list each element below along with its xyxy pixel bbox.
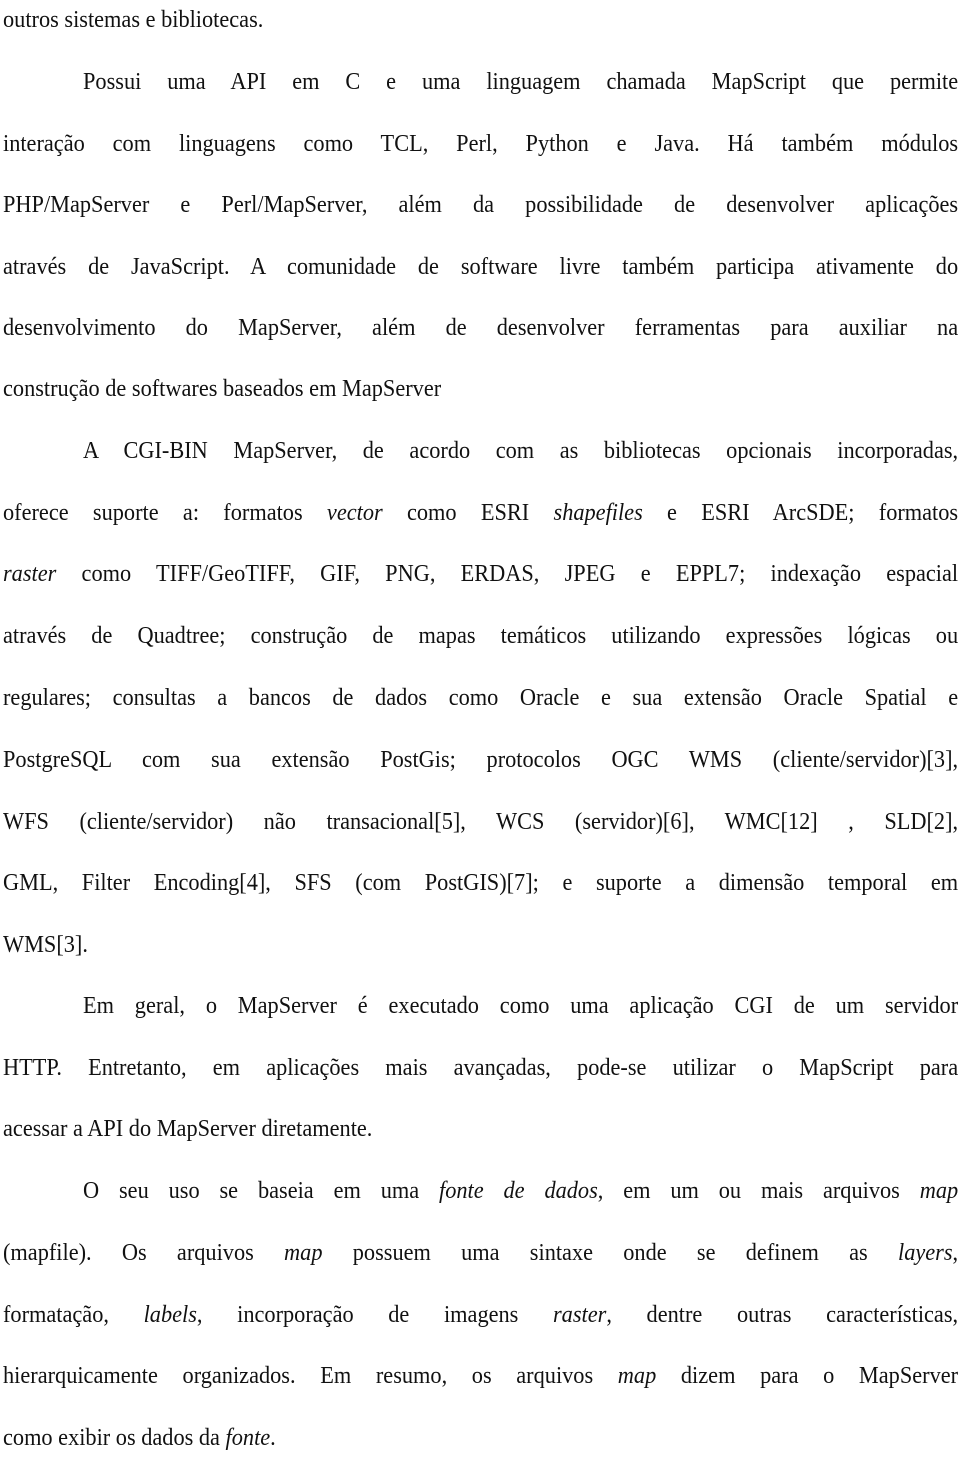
italic-term: shapefiles [553,500,643,526]
text-line: WMS[3]. [3,925,958,965]
text-line: Possui uma API em C e uma linguagem cham… [83,62,958,102]
text-line: WFS (cliente/servidor) não transacional[… [3,802,958,842]
text-segment: , em um ou mais arquivos [597,1178,920,1204]
italic-term: map [284,1240,323,1266]
text-segment: e ESRI ArcSDE; formatos [642,500,959,526]
text-segment: Possui uma API em C e uma linguagem cham… [83,69,959,95]
text-segment: WFS (cliente/servidor) não transacional[… [3,809,959,835]
text-line: através de JavaScript. A comunidade de s… [3,247,958,287]
text-line: outros sistemas e bibliotecas. [3,0,958,40]
text-line: A CGI-BIN MapServer, de acordo com as bi… [83,431,958,471]
text-segment: como TIFF/GeoTIFF, GIF, PNG, ERDAS, JPEG… [56,561,959,587]
italic-term: map [919,1178,959,1204]
text-segment: WMS[3]. [3,932,88,958]
text-segment: outros sistemas e bibliotecas. [3,7,264,33]
text-line: acessar a API do MapServer diretamente. [3,1109,958,1149]
text-segment: interação com linguagens como TCL, Perl,… [3,131,959,157]
italic-term: fonte [225,1425,271,1451]
text-line: através de Quadtree; construção de mapas… [3,616,958,656]
italic-term: layers [897,1240,953,1266]
text-segment: Em geral, o MapServer é executado como u… [83,993,959,1019]
text-segment: possuem uma sintaxe onde se definem as [322,1240,898,1266]
text-segment: PHP/MapServer e Perl/MapServer, além da … [3,192,959,218]
text-segment: , dentre outras características, [606,1302,959,1328]
text-line: O seu uso se baseia em uma fonte de dado… [83,1171,958,1211]
text-segment: hierarquicamente organizados. Em resumo,… [3,1363,618,1389]
text-segment: construção de softwares baseados em MapS… [3,376,442,402]
text-line: raster como TIFF/GeoTIFF, GIF, PNG, ERDA… [3,554,958,594]
text-line: Em geral, o MapServer é executado como u… [83,986,958,1026]
text-line: regulares; consultas a bancos de dados c… [3,678,958,718]
text-line: formatação, labels, incorporação de imag… [3,1295,958,1335]
text-segment: A CGI-BIN MapServer, de acordo com as bi… [83,438,959,464]
text-segment: , [952,1240,959,1266]
text-line: GML, Filter Encoding[4], SFS (com PostGI… [3,863,958,903]
text-line: HTTP. Entretanto, em aplicações mais ava… [3,1048,958,1088]
italic-term: map [617,1363,657,1389]
text-line: (mapfile). Os arquivos map possuem uma s… [3,1233,958,1273]
text-segment: , incorporação de imagens [196,1302,553,1328]
text-segment: formatação, [3,1302,144,1328]
text-segment: (mapfile). Os arquivos [3,1240,285,1266]
text-segment: desenvolvimento do MapServer, além de de… [3,315,959,341]
text-segment: oferece suporte a: formatos [3,500,327,526]
italic-term: raster [3,561,57,587]
text-segment: através de Quadtree; construção de mapas… [3,623,959,649]
italic-term: vector [326,500,383,526]
text-segment: como exibir os dados da [3,1425,226,1451]
text-line: PostgreSQL com sua extensão PostGis; pro… [3,740,958,780]
text-segment: . [270,1425,276,1451]
text-segment: dizem para o MapServer [656,1363,959,1389]
text-segment: acessar a API do MapServer diretamente. [3,1116,373,1142]
text-line: oferece suporte a: formatos vector como … [3,493,958,533]
text-segment: como ESRI [382,500,554,526]
italic-term: fonte de dados [439,1178,598,1204]
italic-term: labels [143,1302,197,1328]
text-segment: PostgreSQL com sua extensão PostGis; pro… [3,747,959,773]
text-segment: GML, Filter Encoding[4], SFS (com PostGI… [3,870,959,896]
text-segment: HTTP. Entretanto, em aplicações mais ava… [3,1055,959,1081]
text-segment: através de JavaScript. A comunidade de s… [3,254,959,280]
text-segment: O seu uso se baseia em uma [83,1178,440,1204]
text-line: PHP/MapServer e Perl/MapServer, além da … [3,185,958,225]
text-line: construção de softwares baseados em MapS… [3,369,958,409]
text-segment: regulares; consultas a bancos de dados c… [3,685,959,711]
text-line: interação com linguagens como TCL, Perl,… [3,124,958,164]
text-line: como exibir os dados da fonte. [3,1418,958,1458]
text-line: desenvolvimento do MapServer, além de de… [3,308,958,348]
text-line: hierarquicamente organizados. Em resumo,… [3,1356,958,1396]
italic-term: raster [552,1302,607,1328]
